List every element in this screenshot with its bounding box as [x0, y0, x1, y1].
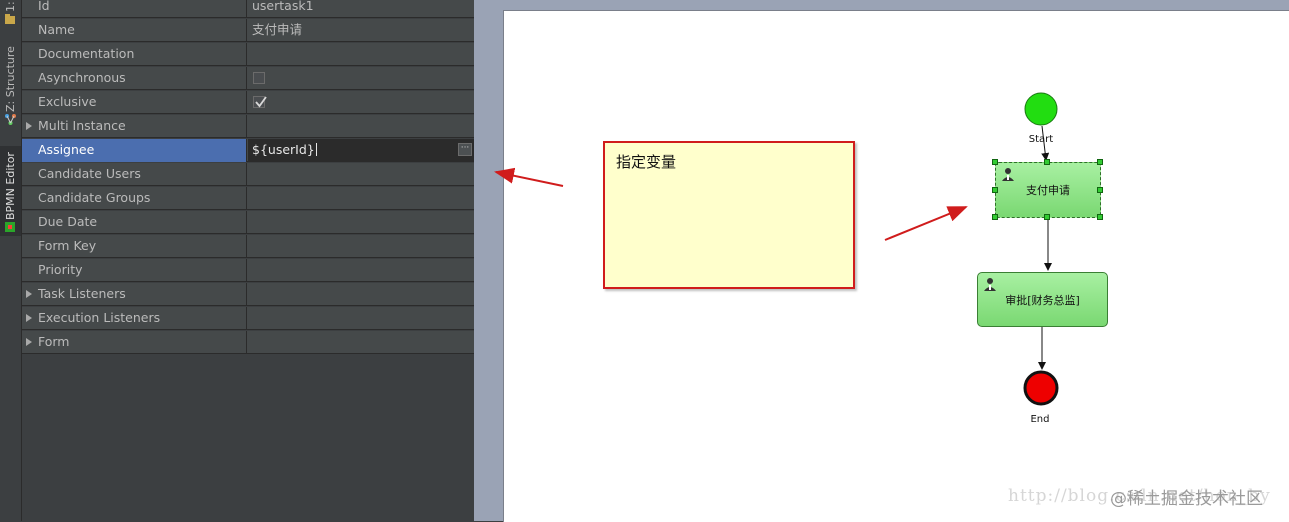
property-row-priority[interactable]: Priority — [22, 259, 474, 282]
property-value-name[interactable]: 支付申请 — [248, 19, 474, 42]
bpmn-editor-tab-label: BPMN Editor — [4, 152, 17, 220]
structure-tab-label: Z: Structure — [4, 46, 17, 112]
property-row-form[interactable]: Form — [22, 331, 474, 354]
properties-panel: Id usertask1 Name 支付申请 Documentation Asy… — [22, 0, 474, 521]
end-event-label: End — [1030, 414, 1050, 425]
text-caret — [315, 143, 317, 156]
assignee-value: ${userId} — [252, 142, 315, 157]
property-value-asynchronous — [248, 67, 474, 90]
user-icon — [983, 277, 997, 291]
property-row-id[interactable]: Id usertask1 — [22, 0, 474, 18]
property-row-assignee[interactable]: Assignee ${userId} ··· — [22, 139, 474, 162]
property-name: Name — [22, 19, 247, 42]
property-row-due-date[interactable]: Due Date — [22, 211, 474, 234]
property-name: Execution Listeners — [22, 307, 247, 330]
property-value-id[interactable]: usertask1 — [248, 0, 474, 18]
property-row-task-listeners[interactable]: Task Listeners — [22, 283, 474, 306]
user-task-approval[interactable]: 审批[财务总监] — [977, 272, 1108, 327]
property-value-execution-listeners — [248, 307, 474, 330]
folder-icon — [5, 14, 15, 24]
resize-handle-n[interactable] — [1044, 159, 1050, 165]
property-value-form — [248, 331, 474, 354]
property-value-documentation[interactable] — [248, 43, 474, 66]
editor-top-border — [474, 0, 1289, 10]
assignee-browse-button[interactable]: ··· — [458, 143, 472, 156]
property-name-text: Form — [38, 334, 70, 349]
property-row-multi-instance[interactable]: Multi Instance — [22, 115, 474, 138]
property-row-exclusive[interactable]: Exclusive — [22, 91, 474, 114]
property-name: Candidate Users — [22, 163, 247, 186]
expand-triangle-icon[interactable] — [26, 290, 32, 298]
property-value-priority[interactable] — [248, 259, 474, 282]
user-icon — [1001, 167, 1015, 181]
watermark-site: @稀土掘金技术社区 — [1110, 489, 1263, 509]
structure-icon — [5, 114, 16, 125]
task-label: 支付申请 — [1026, 184, 1070, 197]
property-name: Multi Instance — [22, 115, 247, 138]
resize-handle-s[interactable] — [1044, 214, 1050, 220]
asynchronous-checkbox[interactable] — [253, 72, 265, 84]
property-name: Id — [22, 0, 247, 18]
resize-handle-se[interactable] — [1097, 214, 1103, 220]
property-row-form-key[interactable]: Form Key — [22, 235, 474, 258]
expand-triangle-icon[interactable] — [26, 338, 32, 346]
editor-gutter — [474, 0, 504, 521]
checkmark-icon — [255, 96, 267, 108]
property-value-task-listeners — [248, 283, 474, 306]
exclusive-checkbox[interactable] — [253, 96, 267, 108]
property-name-text: Execution Listeners — [38, 310, 161, 325]
resize-handle-e[interactable] — [1097, 187, 1103, 193]
resize-handle-ne[interactable] — [1097, 159, 1103, 165]
property-name: Asynchronous — [22, 67, 247, 90]
property-row-candidate-users[interactable]: Candidate Users — [22, 163, 474, 186]
property-name: Form Key — [22, 235, 247, 258]
property-name: Assignee — [22, 139, 247, 162]
resize-handle-w[interactable] — [992, 187, 998, 193]
property-name: Form — [22, 331, 247, 354]
bpmn-icon — [5, 222, 15, 232]
assignee-input[interactable]: ${userId} ··· — [248, 139, 474, 162]
tool-window-strip: 1: Z: Structure BPMN Editor — [0, 0, 22, 521]
property-name: Documentation — [22, 43, 247, 66]
property-row-asynchronous[interactable]: Asynchronous — [22, 67, 474, 90]
property-value-exclusive — [248, 91, 474, 114]
property-value-form-key[interactable] — [248, 235, 474, 258]
property-name: Exclusive — [22, 91, 247, 114]
annotation-note: 指定变量 — [603, 141, 855, 289]
property-name-text: Task Listeners — [38, 286, 126, 301]
resize-handle-sw[interactable] — [992, 214, 998, 220]
project-tool-tab[interactable]: 1: — [0, 0, 21, 28]
annotation-text: 指定变量 — [616, 153, 677, 171]
resize-handle-nw[interactable] — [992, 159, 998, 165]
property-value-due-date[interactable] — [248, 211, 474, 234]
property-name: Task Listeners — [22, 283, 247, 306]
property-row-documentation[interactable]: Documentation — [22, 43, 474, 66]
property-name: Candidate Groups — [22, 187, 247, 210]
property-value-multi-instance — [248, 115, 474, 138]
structure-tool-tab[interactable]: Z: Structure — [0, 44, 21, 128]
project-tab-label: 1: — [4, 1, 17, 12]
property-name: Due Date — [22, 211, 247, 234]
task-label: 审批[财务总监] — [1005, 293, 1080, 307]
property-value-candidate-users[interactable] — [248, 163, 474, 186]
property-value-candidate-groups[interactable] — [248, 187, 474, 210]
property-row-execution-listeners[interactable]: Execution Listeners — [22, 307, 474, 330]
property-name: Priority — [22, 259, 247, 282]
expand-triangle-icon[interactable] — [26, 314, 32, 322]
property-row-name[interactable]: Name 支付申请 — [22, 19, 474, 42]
bpmn-editor-tool-tab[interactable]: BPMN Editor — [0, 146, 21, 236]
start-event-label: Start — [1028, 134, 1054, 145]
property-name-text: Multi Instance — [38, 118, 126, 133]
expand-triangle-icon[interactable] — [26, 122, 32, 130]
user-task-pay-request[interactable]: 支付申请 — [995, 162, 1101, 218]
property-row-candidate-groups[interactable]: Candidate Groups — [22, 187, 474, 210]
